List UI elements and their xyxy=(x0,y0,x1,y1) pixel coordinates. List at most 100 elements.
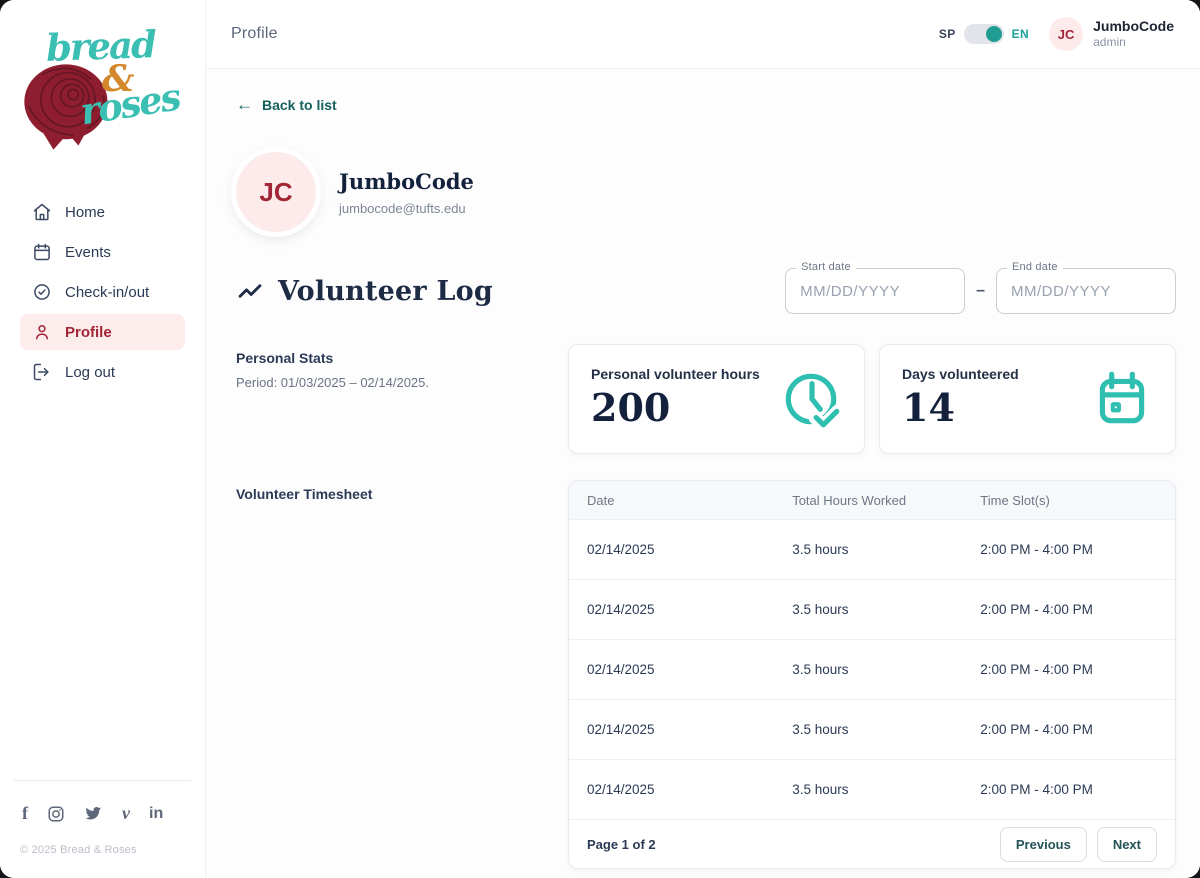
user-role: admin xyxy=(1093,34,1126,49)
personal-stats-heading: Personal Stats xyxy=(236,350,334,366)
back-to-list-link[interactable]: ← Back to list xyxy=(236,96,337,113)
column-header-date: Date xyxy=(587,492,615,508)
cell-hours: 3.5 hours xyxy=(792,602,849,617)
cell-hours: 3.5 hours xyxy=(792,662,849,677)
stat-card-hours: Personal volunteer hours 200 xyxy=(568,344,865,454)
cell-timeslot: 2:00 PM - 4:00 PM xyxy=(980,602,1093,617)
content: ← Back to list JC JumboCode jumbocode@tu… xyxy=(206,69,1200,878)
profile-email: jumbocode@tufts.edu xyxy=(339,200,466,216)
volunteer-log-heading: Volunteer Log xyxy=(278,275,493,307)
linkedin-icon[interactable]: in xyxy=(149,805,163,823)
user-name: JumboCode xyxy=(1093,17,1174,34)
sidebar-item-events[interactable]: Events xyxy=(20,234,185,270)
table-footer: Page 1 of 2 Previous Next xyxy=(569,819,1175,868)
volunteer-log-row: Volunteer Log Start date – End date xyxy=(236,261,1176,314)
back-link-label: Back to list xyxy=(262,96,337,113)
copyright-text: © 2025 Bread & Roses xyxy=(20,844,137,856)
sidebar-item-profile[interactable]: Profile xyxy=(20,314,185,350)
profile-header: JC JumboCode jumbocode@tufts.edu xyxy=(236,152,1176,232)
volunteer-log-title: Volunteer Log xyxy=(236,276,493,307)
date-range-separator: – xyxy=(976,282,985,299)
column-header-hours: Total Hours Worked xyxy=(792,492,907,508)
sidebar-item-logout[interactable]: Log out xyxy=(20,354,185,390)
stat-card-days: Days volunteered 14 xyxy=(879,344,1176,454)
table-row[interactable]: 02/14/2025 3.5 hours 2:00 PM - 4:00 PM xyxy=(569,519,1175,579)
profile-name: JumboCode xyxy=(339,168,474,194)
start-date-label: Start date xyxy=(796,261,856,273)
cell-timeslot: 2:00 PM - 4:00 PM xyxy=(980,662,1093,677)
top-header: Profile SP EN JC JumboCode admin xyxy=(206,0,1200,69)
language-toggle-group: SP EN xyxy=(939,24,1029,44)
timesheet-heading: Volunteer Timesheet xyxy=(236,486,373,502)
vimeo-icon[interactable]: v xyxy=(122,803,130,824)
pagination-controls: Previous Next xyxy=(999,826,1157,862)
sidebar-footer-divider xyxy=(14,780,191,781)
home-icon xyxy=(33,203,51,221)
calendar-icon xyxy=(34,243,50,261)
instagram-icon[interactable] xyxy=(47,805,65,823)
user-info: JumboCode admin xyxy=(1093,18,1174,50)
sidebar-footer: f v in © 2025 Bread & Roses xyxy=(0,760,205,878)
user-menu[interactable]: JC JumboCode admin xyxy=(1049,17,1174,51)
end-date-input[interactable] xyxy=(997,269,1175,313)
twitter-icon[interactable] xyxy=(84,804,103,823)
start-date-field[interactable]: Start date xyxy=(785,261,966,314)
personal-stats-intro: Personal Stats Period: 01/03/2025 – 02/1… xyxy=(236,344,568,454)
cell-hours: 3.5 hours xyxy=(792,782,849,797)
cell-date: 02/14/2025 xyxy=(587,782,655,797)
cell-date: 02/14/2025 xyxy=(587,722,655,737)
table-row[interactable]: 02/14/2025 3.5 hours 2:00 PM - 4:00 PM xyxy=(569,579,1175,639)
app-window: bread & roses Home Events Check-in/out P… xyxy=(0,0,1200,878)
calendar-check-icon xyxy=(1099,371,1145,424)
facebook-icon[interactable]: f xyxy=(22,803,28,824)
page-title: Profile xyxy=(231,25,278,42)
profile-identity: JumboCode jumbocode@tufts.edu xyxy=(339,169,474,216)
sidebar-item-home[interactable]: Home xyxy=(20,194,185,230)
clock-check-icon xyxy=(785,373,844,432)
back-arrow-icon: ← xyxy=(236,95,253,114)
lang-label-en: EN xyxy=(1011,27,1030,41)
header-controls: SP EN JC JumboCode admin xyxy=(939,17,1174,51)
page-status: Page 1 of 2 xyxy=(587,836,656,852)
sidebar-item-label: Profile xyxy=(65,323,112,341)
logo-word-bread: bread xyxy=(45,22,156,70)
sidebar-item-label: Events xyxy=(65,243,111,261)
previous-button[interactable]: Previous xyxy=(999,826,1087,862)
profile-avatar: JC xyxy=(236,152,316,232)
bread-and-roses-logo[interactable]: bread & roses xyxy=(8,6,198,166)
sidebar-item-label: Log out xyxy=(65,363,116,381)
check-circle-icon xyxy=(34,284,50,300)
logout-icon xyxy=(33,363,49,381)
table-row[interactable]: 02/14/2025 3.5 hours 2:00 PM - 4:00 PM xyxy=(569,639,1175,699)
lang-label-sp: SP xyxy=(938,27,956,41)
sidebar-item-label: Home xyxy=(65,203,106,221)
cell-date: 02/14/2025 xyxy=(587,662,655,677)
start-date-input[interactable] xyxy=(786,269,965,313)
table-header-row: Date Total Hours Worked Time Slot(s) xyxy=(569,481,1175,519)
main-area: Profile SP EN JC JumboCode admin ← Back … xyxy=(206,0,1200,878)
timesheet-section: Volunteer Timesheet Date Total Hours Wor… xyxy=(236,480,1176,869)
table-row[interactable]: 02/14/2025 3.5 hours 2:00 PM - 4:00 PM xyxy=(569,699,1175,759)
cell-hours: 3.5 hours xyxy=(792,542,849,557)
end-date-field[interactable]: End date xyxy=(996,261,1176,314)
personal-stats-section: Personal Stats Period: 01/03/2025 – 02/1… xyxy=(236,344,1176,454)
social-links: f v in xyxy=(20,803,185,824)
chart-line-icon xyxy=(238,284,262,298)
table-row[interactable]: 02/14/2025 3.5 hours 2:00 PM - 4:00 PM xyxy=(569,759,1175,819)
toggle-knob xyxy=(985,26,1002,42)
personal-stats-period: Period: 01/03/2025 – 02/14/2025. xyxy=(236,375,429,390)
next-button[interactable]: Next xyxy=(1096,826,1157,862)
avatar: JC xyxy=(1049,17,1084,51)
cell-date: 02/14/2025 xyxy=(587,542,655,557)
cell-timeslot: 2:00 PM - 4:00 PM xyxy=(980,722,1093,737)
sidebar-item-label: Check-in/out xyxy=(65,283,150,301)
timesheet-intro: Volunteer Timesheet xyxy=(236,480,568,869)
person-icon xyxy=(35,325,49,340)
sidebar: bread & roses Home Events Check-in/out P… xyxy=(0,0,206,878)
language-toggle[interactable] xyxy=(963,24,1004,44)
cell-date: 02/14/2025 xyxy=(587,602,655,617)
date-range-filter: Start date – End date xyxy=(785,261,1176,314)
timesheet-table: Date Total Hours Worked Time Slot(s) 02/… xyxy=(568,480,1176,869)
sidebar-item-checkinout[interactable]: Check-in/out xyxy=(20,274,185,310)
cell-hours: 3.5 hours xyxy=(792,722,849,737)
